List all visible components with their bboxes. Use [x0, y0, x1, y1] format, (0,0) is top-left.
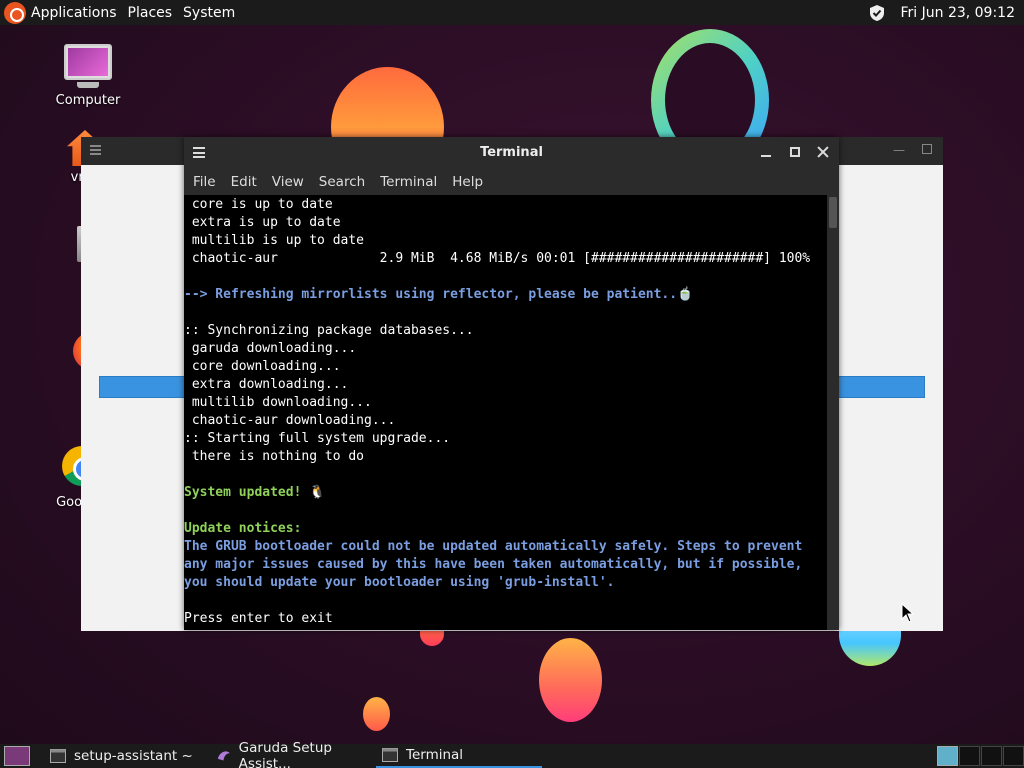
terminal-line: chaotic-aur 2.9 MiB 4.68 MiB/s 00:01 [##…: [184, 251, 811, 266]
terminal-window[interactable]: Terminal File Edit View Search Terminal …: [184, 137, 839, 630]
menu-applications[interactable]: Applications: [31, 5, 117, 21]
workspace-2[interactable]: [959, 746, 980, 766]
top-panel: Applications Places System Fri Jun 23, 0…: [0, 0, 1024, 25]
terminal-line: you should update your bootloader using …: [184, 575, 615, 590]
menu-edit[interactable]: Edit: [231, 174, 257, 190]
scrollbar-thumb[interactable]: [829, 197, 837, 228]
task-setup-assistant-terminal[interactable]: setup-assistant ~: [44, 744, 204, 768]
menu-search[interactable]: Search: [319, 174, 365, 190]
clock[interactable]: Fri Jun 23, 09:12: [900, 5, 1015, 21]
terminal-line: System updated! 🐧: [184, 485, 326, 500]
terminal-line: garuda downloading...: [184, 341, 357, 356]
terminal-line: multilib is up to date: [184, 233, 365, 248]
task-label: Terminal: [406, 747, 464, 763]
desktop-icon-computer[interactable]: Computer: [48, 44, 128, 108]
terminal-menubar: File Edit View Search Terminal Help: [184, 168, 839, 195]
workspace-4[interactable]: [1003, 746, 1024, 766]
terminal-line: multilib downloading...: [184, 395, 372, 410]
show-desktop-button[interactable]: [4, 746, 30, 766]
mouse-cursor-icon: [901, 603, 915, 623]
task-label: Garuda Setup Assist...: [238, 740, 332, 768]
task-label: setup-assistant ~: [74, 748, 193, 764]
terminal-line: :: Synchronizing package databases...: [184, 323, 474, 338]
maximize-button[interactable]: [788, 145, 802, 159]
terminal-line: --> Refreshing mirrorlists using reflect…: [184, 287, 694, 302]
terminal-line: core downloading...: [184, 359, 341, 374]
maximize-button[interactable]: [922, 144, 932, 154]
wallpaper-blob-small: [363, 697, 390, 731]
ubuntu-logo-icon[interactable]: [4, 1, 26, 24]
terminal-line: extra downloading...: [184, 377, 349, 392]
terminal-line: Update notices:: [184, 521, 302, 536]
hamburger-icon[interactable]: [193, 147, 205, 158]
terminal-line: chaotic-aur downloading...: [184, 413, 396, 428]
task-garuda-setup-assistant[interactable]: Garuda Setup Assist...: [210, 740, 376, 768]
menu-terminal[interactable]: Terminal: [380, 174, 437, 190]
minimize-button[interactable]: —: [893, 143, 907, 157]
workspace-1[interactable]: [937, 746, 958, 766]
menu-file[interactable]: File: [193, 174, 216, 190]
terminal-line: :: Starting full system upgrade...: [184, 431, 451, 446]
window-title: Terminal: [480, 145, 543, 160]
close-button[interactable]: [816, 145, 830, 159]
desktop-icon-label: Computer: [55, 93, 121, 108]
menu-view[interactable]: View: [272, 174, 304, 190]
terminal-icon: [382, 748, 398, 762]
garuda-icon: [217, 751, 230, 761]
menu-help[interactable]: Help: [452, 174, 483, 190]
bottom-panel: setup-assistant ~ Garuda Setup Assist...…: [0, 740, 1024, 768]
task-terminal[interactable]: Terminal: [376, 744, 542, 768]
hamburger-icon[interactable]: [90, 145, 101, 155]
shield-icon[interactable]: [868, 4, 886, 22]
wallpaper-blob-coral: [539, 638, 602, 722]
menu-places[interactable]: Places: [128, 5, 173, 21]
terminal-line: core is up to date: [184, 197, 333, 212]
minimize-button[interactable]: [759, 145, 773, 159]
computer-icon: [64, 44, 112, 80]
scrollbar[interactable]: [827, 195, 839, 630]
terminal-icon: [50, 749, 66, 763]
terminal-titlebar[interactable]: Terminal: [184, 137, 839, 168]
terminal-line: extra is up to date: [184, 215, 341, 230]
menu-system[interactable]: System: [183, 5, 235, 21]
terminal-line: Press enter to exit: [184, 611, 333, 626]
terminal-output[interactable]: core is up to date extra is up to date m…: [184, 195, 827, 630]
terminal-line: any major issues caused by this have bee…: [184, 557, 803, 572]
terminal-line: The GRUB bootloader could not be updated…: [184, 539, 803, 554]
workspace-3[interactable]: [981, 746, 1002, 766]
terminal-line: there is nothing to do: [184, 449, 365, 464]
